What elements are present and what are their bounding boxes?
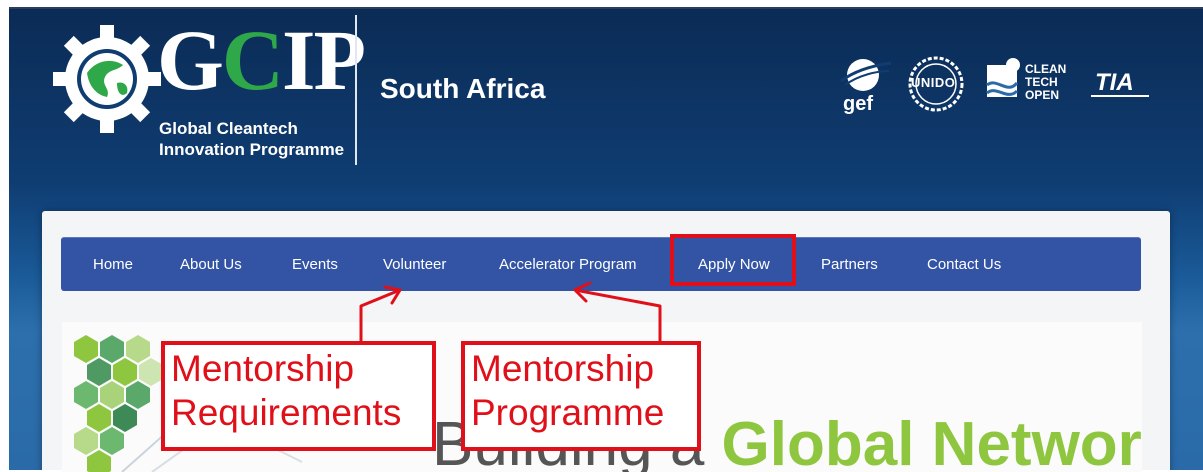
annotation-mentorship-programme: Mentorship Programme: [461, 341, 701, 451]
annotation-mentorship-requirements: Mentorship Requirements: [161, 341, 436, 451]
annotation-2-line2: Programme: [471, 392, 665, 433]
annotation-1-line2: Requirements: [171, 392, 402, 433]
arrow-to-accelerator: [573, 288, 662, 348]
annotation-2-line1: Mentorship: [471, 348, 655, 389]
annotation-1-line1: Mentorship: [171, 348, 355, 389]
